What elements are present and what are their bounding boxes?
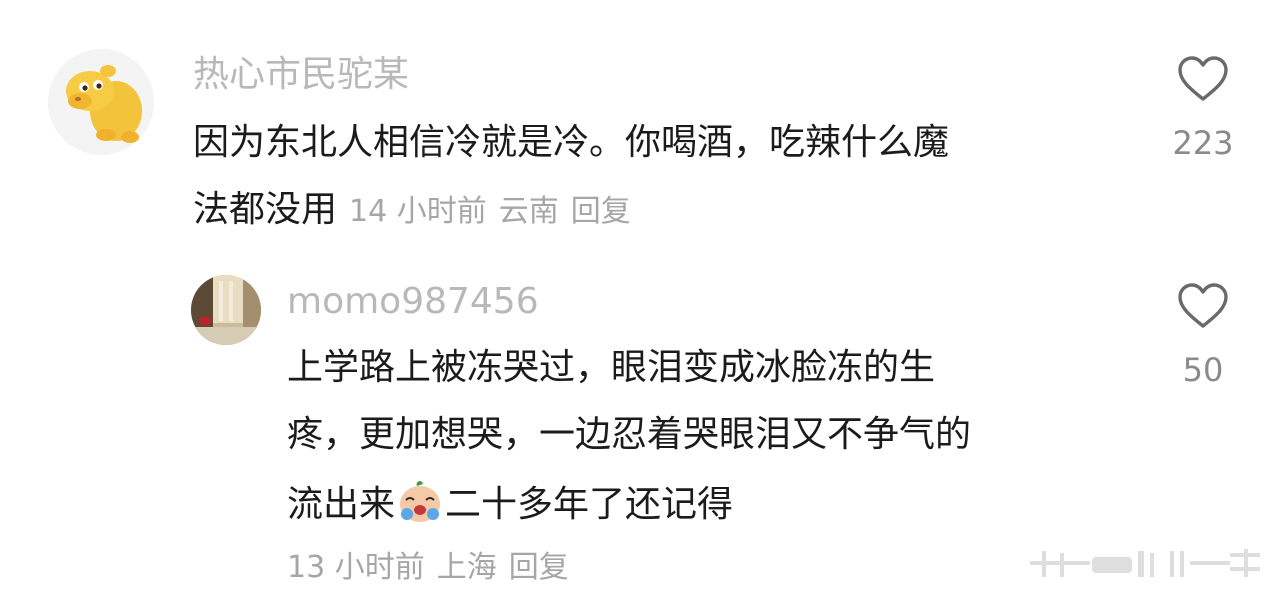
like-control: 50 (1163, 282, 1243, 390)
comment-text-line-3: 流出来 二十多年了还记得 (287, 476, 733, 527)
comment-text-line: 二十多年了还记得 (445, 484, 734, 525)
comment-meta: 14 小时前 云南 回复 (349, 194, 631, 229)
comment-text-line: 疼，更加想哭，一边忍着哭眼泪又不争气的 (287, 414, 972, 455)
location: 上海 (436, 550, 497, 585)
comment-text-line: 流出来 (287, 484, 396, 525)
yellow-creature-avatar-icon (48, 49, 154, 155)
comment-text-line: 上学路上被冻哭过，眼泪变成冰脸冻的生 (287, 347, 936, 388)
avatar[interactable] (48, 49, 154, 155)
comment-text-line: 因为东北人相信冷就是冷。你喝酒，吃辣什么魔 (193, 122, 950, 163)
location: 云南 (498, 194, 559, 229)
watermark-icon (1030, 549, 1260, 577)
comment-text: 因为东北人相信冷就是冷。你喝酒，吃辣什么魔 (193, 120, 949, 165)
comment-text-line: 法都没用 (193, 189, 338, 230)
room-photo-avatar-icon (191, 275, 261, 345)
comment-text-line-2: 疼，更加想哭，一边忍着哭眼泪又不争气的 (287, 412, 971, 457)
crying-face-emoji-icon (400, 481, 441, 522)
comment-text: 上学路上被冻哭过，眼泪变成冰脸冻的生 (287, 345, 935, 390)
heart-icon[interactable] (1177, 55, 1229, 103)
username[interactable]: 热心市民驼某 (193, 53, 409, 97)
like-control: 223 (1163, 55, 1243, 163)
timestamp: 13 小时前 (287, 550, 425, 585)
like-count: 50 (1182, 351, 1224, 389)
like-count: 223 (1172, 124, 1234, 162)
comment-meta: 13 小时前 上海 回复 (287, 548, 569, 588)
heart-icon[interactable] (1177, 282, 1229, 330)
reply-button[interactable]: 回复 (509, 550, 569, 585)
reply-button[interactable]: 回复 (571, 194, 631, 229)
comment-text-last-line: 法都没用 14 小时前 云南 回复 (193, 187, 631, 234)
timestamp: 14 小时前 (349, 194, 487, 229)
avatar[interactable] (191, 275, 261, 345)
username[interactable]: momo987456 (287, 280, 539, 324)
